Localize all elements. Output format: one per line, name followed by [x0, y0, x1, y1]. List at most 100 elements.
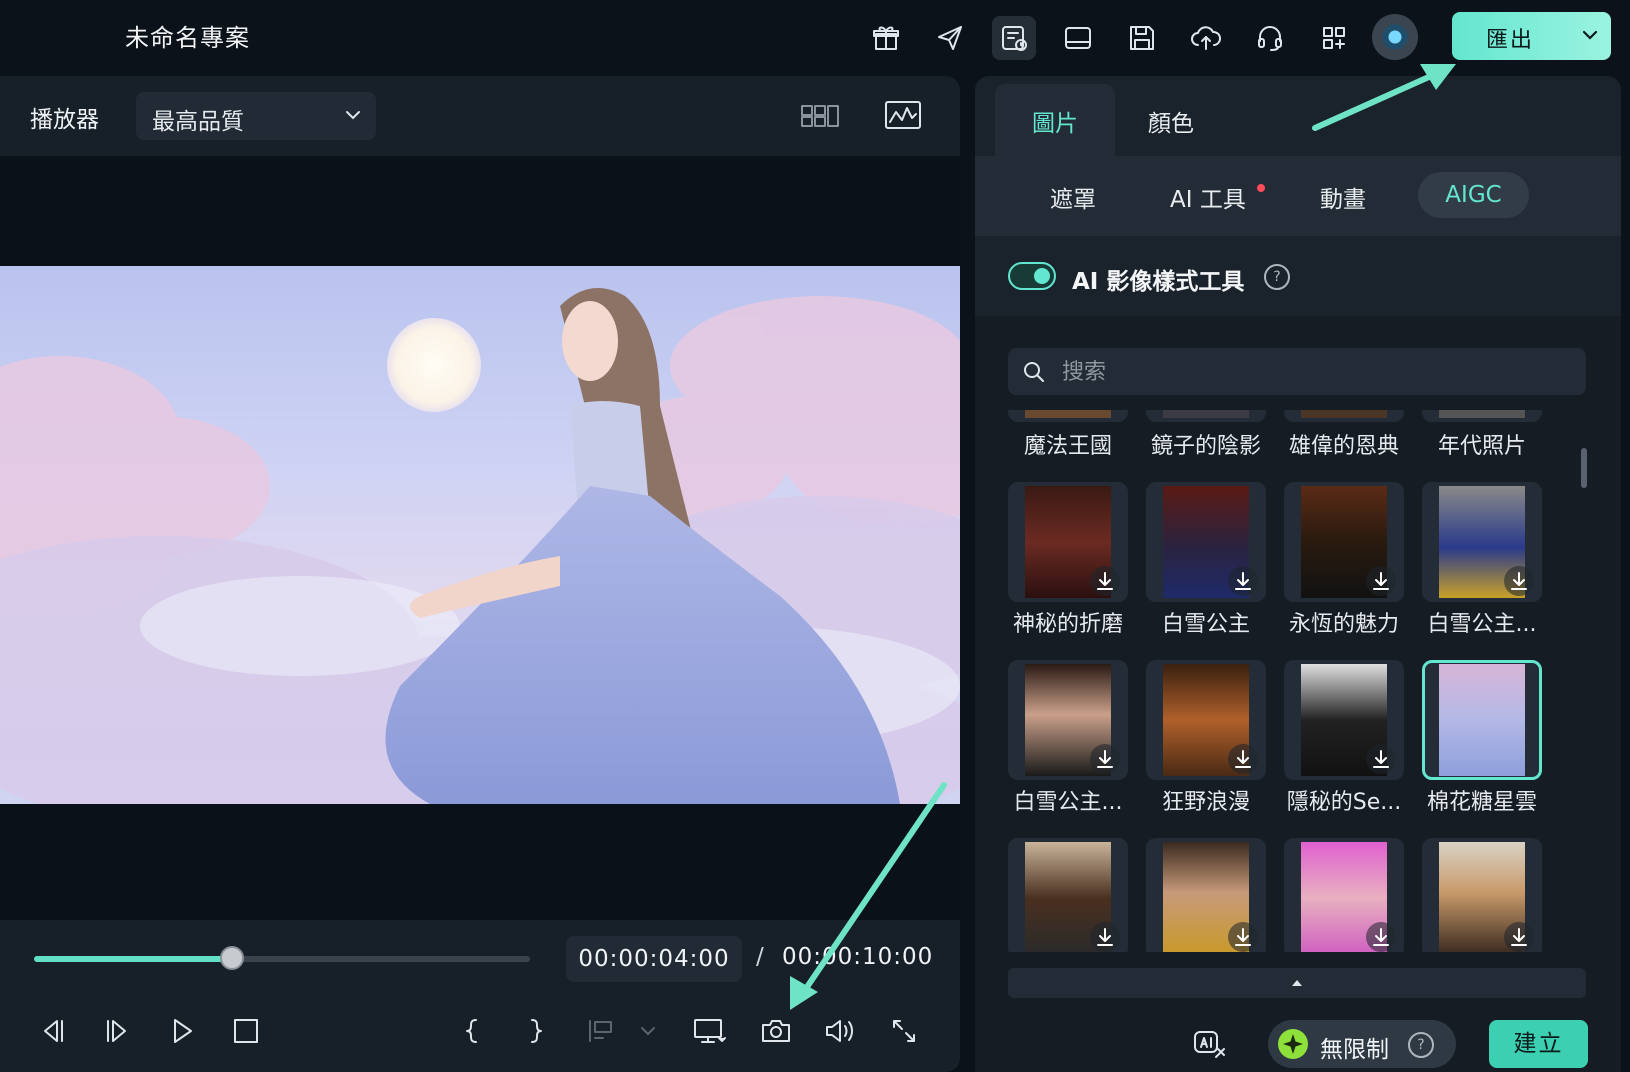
style-label: 白雪公主... [1013, 790, 1123, 815]
send-icon[interactable] [928, 16, 972, 60]
download-icon[interactable] [1366, 744, 1396, 774]
style-grid: 魔法王國 鏡子的陰影 雄偉的恩典 年代照片 神秘的折磨 白雪公主 永恆的魅力 白… [1000, 410, 1592, 952]
project-title: 未命名專案 [125, 24, 250, 52]
subtab-ai-tools[interactable]: AI 工具 [1170, 180, 1246, 214]
chevron-down-icon [344, 108, 362, 122]
save-icon[interactable] [1120, 16, 1164, 60]
ai-style-tool-title: AI 影像樣式工具 [1072, 269, 1245, 295]
tab-image-label: 圖片 [1032, 111, 1078, 137]
download-icon[interactable] [1504, 922, 1534, 952]
fullscreen-icon[interactable] [884, 1011, 924, 1051]
grid-view-icon[interactable] [800, 98, 842, 134]
style-thumb[interactable] [1284, 410, 1404, 422]
quality-select[interactable]: 最高品質 [136, 92, 376, 140]
volume-icon[interactable] [820, 1011, 860, 1051]
task-list-icon[interactable] [992, 16, 1036, 60]
headset-icon[interactable] [1248, 16, 1292, 60]
play-icon[interactable] [162, 1011, 202, 1051]
export-button[interactable]: 匯出 [1452, 12, 1611, 60]
layout-icon[interactable] [1056, 16, 1100, 60]
subtab-aigc[interactable]: AIGC [1418, 172, 1529, 218]
style-thumb[interactable] [1008, 482, 1128, 602]
video-preview[interactable] [0, 266, 960, 804]
display-settings-icon[interactable] [690, 1011, 730, 1051]
download-icon[interactable] [1090, 744, 1120, 774]
avatar[interactable] [1372, 14, 1418, 60]
style-thumb[interactable] [1146, 482, 1266, 602]
download-icon[interactable] [1090, 922, 1120, 952]
gift-icon[interactable] [864, 16, 908, 60]
style-label: 白雪公主 [1161, 612, 1250, 637]
stop-icon[interactable] [226, 1011, 266, 1051]
search-input[interactable] [1060, 348, 1564, 397]
video-frame-image [0, 288, 960, 804]
download-icon[interactable] [1228, 566, 1258, 596]
grid-scrollbar[interactable] [1581, 448, 1587, 488]
player-label: 播放器 [30, 107, 99, 133]
style-thumb[interactable] [1146, 838, 1266, 952]
style-thumb[interactable] [1008, 660, 1128, 780]
subtab-animation[interactable]: 動畫 [1320, 180, 1366, 214]
export-button-label: 匯出 [1486, 28, 1535, 53]
style-thumb[interactable] [1008, 838, 1128, 952]
style-label: 神秘的折磨 [1012, 612, 1123, 637]
tab-image[interactable]: 圖片 [995, 84, 1115, 156]
help-icon[interactable]: ? [1264, 264, 1290, 290]
download-icon[interactable] [1366, 922, 1396, 952]
subtab-aigc-label: AIGC [1445, 182, 1502, 208]
unlimited-credits-badge[interactable]: 無限制 ? [1268, 1020, 1456, 1068]
style-thumb[interactable] [1146, 410, 1266, 422]
progress-fill [34, 956, 233, 962]
download-icon[interactable] [1090, 566, 1120, 596]
download-icon[interactable] [1366, 566, 1396, 596]
ai-style-toggle[interactable] [1008, 262, 1056, 290]
download-icon[interactable] [1504, 566, 1534, 596]
style-thumb[interactable] [1422, 410, 1542, 422]
style-thumb[interactable] [1422, 482, 1542, 602]
style-label: 雄偉的恩典 [1288, 434, 1399, 459]
total-time: 00:00:10:00 [782, 944, 934, 970]
toggle-knob [1034, 268, 1050, 284]
style-label: 白雪公主... [1427, 612, 1537, 637]
chevron-down-icon[interactable] [628, 1011, 668, 1051]
next-frame-icon[interactable] [98, 1011, 138, 1051]
sparkle-icon [1278, 1029, 1308, 1059]
time-separator: / [756, 944, 764, 970]
cloud-upload-icon[interactable] [1184, 16, 1228, 60]
style-thumb[interactable] [1146, 660, 1266, 780]
style-label: 隱秘的Se... [1286, 790, 1402, 815]
style-label: 魔法王國 [1023, 434, 1112, 459]
download-icon[interactable] [1228, 744, 1258, 774]
download-icon[interactable] [1228, 922, 1258, 952]
search-icon [1022, 360, 1046, 384]
style-label: 狂野浪漫 [1161, 790, 1250, 815]
snapshot-camera-icon[interactable] [756, 1011, 796, 1051]
mark-out-icon[interactable] [516, 1011, 556, 1051]
tab-color[interactable]: 顏色 [1148, 104, 1194, 138]
apps-icon[interactable] [1312, 16, 1356, 60]
create-button[interactable]: 建立 [1489, 1020, 1588, 1068]
help-icon[interactable]: ? [1408, 1032, 1434, 1058]
style-thumb-selected[interactable] [1422, 660, 1542, 780]
quality-value: 最高品質 [152, 109, 244, 135]
mark-in-icon[interactable] [452, 1011, 492, 1051]
ai-image-icon[interactable] [1190, 1024, 1230, 1064]
style-label: 永恆的魅力 [1288, 612, 1399, 637]
style-thumb[interactable] [1284, 660, 1404, 780]
chevron-up-icon [1291, 978, 1303, 988]
style-thumb[interactable] [1284, 482, 1404, 602]
insert-icon[interactable] [580, 1011, 620, 1051]
search-box [1008, 348, 1586, 397]
subtab-mask[interactable]: 遮罩 [1050, 180, 1096, 214]
previous-frame-icon[interactable] [32, 1011, 72, 1051]
style-thumb[interactable] [1422, 838, 1542, 952]
new-badge-dot [1257, 184, 1265, 192]
waveform-monitor-icon[interactable] [884, 98, 922, 132]
style-thumb[interactable] [1284, 838, 1404, 952]
collapse-bar[interactable] [1008, 968, 1586, 998]
current-time-field[interactable]: 00:00:04:00 [566, 936, 742, 982]
style-label: 年代照片 [1437, 434, 1526, 459]
style-thumb[interactable] [1008, 410, 1128, 422]
unlimited-label: 無限制 [1320, 1037, 1389, 1063]
chevron-down-icon[interactable] [1581, 28, 1599, 42]
